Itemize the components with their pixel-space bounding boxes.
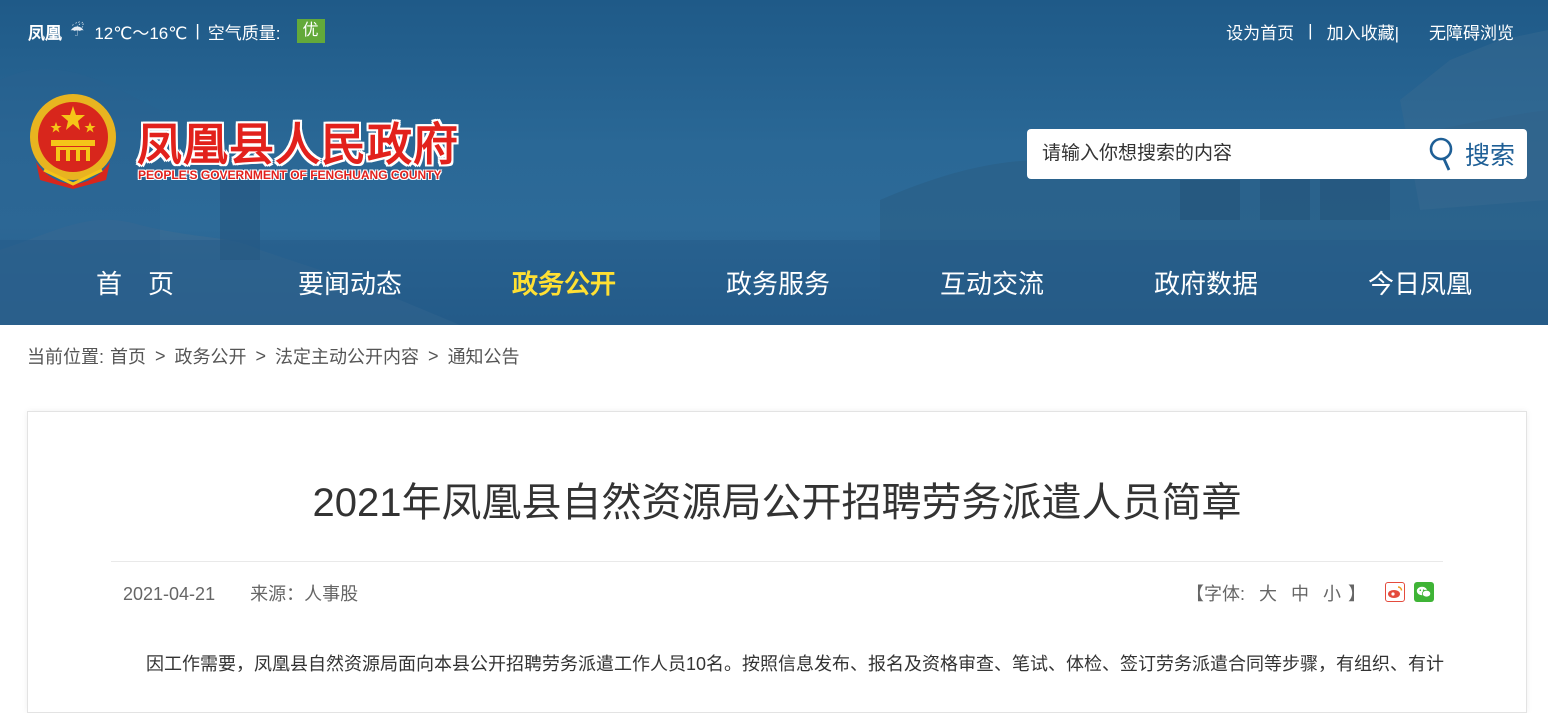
- site-header: 凤凰 ☔ 12℃～16℃ | 空气质量: 优 设为首页 | 加入收藏| 无障碍浏…: [0, 0, 1548, 325]
- breadcrumb-separator: >: [428, 345, 439, 366]
- breadcrumb: 当前位置: 首页 > 政务公开 > 法定主动公开内容 > 通知公告: [27, 343, 520, 369]
- nav-item-news[interactable]: 要闻动态: [298, 264, 402, 301]
- temperature: 12℃～16℃: [94, 23, 188, 43]
- font-size-small-button[interactable]: 小: [1323, 580, 1341, 606]
- breadcrumb-separator: >: [155, 345, 166, 366]
- font-size-large-button[interactable]: 大: [1259, 580, 1277, 606]
- search-icon: [1429, 137, 1453, 171]
- nav-item-government-services[interactable]: 政务服务: [726, 264, 830, 301]
- city-name: 凤凰: [28, 23, 62, 43]
- search-input[interactable]: [1040, 142, 1404, 166]
- breadcrumb-item-government-affairs-open[interactable]: 政务公开: [175, 343, 247, 369]
- search-button-label: 搜索: [1464, 142, 1515, 170]
- breadcrumb-item-statutory-disclosure[interactable]: 法定主动公开内容: [275, 343, 419, 369]
- national-emblem-icon: [30, 94, 116, 189]
- weather-bar: 凤凰 ☔ 12℃～16℃ | 空气质量: 优: [28, 18, 325, 44]
- article-title: 2021年凤凰县自然资源局公开招聘劳务派遣人员简章: [312, 481, 1242, 525]
- top-links-divider: |: [1308, 21, 1313, 40]
- top-links: 设为首页 | 加入收藏| 无障碍浏览: [1226, 18, 1514, 44]
- font-size-close-bracket: 】: [1348, 584, 1367, 604]
- breadcrumb-separator: >: [255, 345, 267, 366]
- weibo-icon[interactable]: [1385, 582, 1405, 602]
- wechat-icon[interactable]: [1414, 582, 1434, 602]
- main-nav: 首 页 要闻动态 政务公开 政务服务 互动交流 政府数据 今日凤凰: [0, 264, 1548, 314]
- publish-date: 2021-04-21: [123, 584, 216, 604]
- cloud-rain-icon: ☔: [70, 23, 85, 40]
- breadcrumb-prefix: 当前位置:: [27, 347, 105, 367]
- article-body-paragraph: 因工作需要，凤凰县自然资源局面向本县公开招聘劳务派遣工作人员10名。按照信息发布…: [146, 654, 1445, 674]
- air-quality-label: 空气质量:: [207, 23, 281, 43]
- title-divider: [111, 561, 1443, 562]
- article-card: 2021年凤凰县自然资源局公开招聘劳务派遣人员简章 2021-04-21 来源：…: [27, 411, 1527, 713]
- breadcrumb-item-notices[interactable]: 通知公告: [448, 343, 520, 369]
- nav-item-interaction[interactable]: 互动交流: [940, 264, 1044, 301]
- font-size-label: 【字体:: [1186, 584, 1246, 604]
- add-favorite-link[interactable]: 加入收藏|: [1327, 19, 1399, 44]
- font-size-selector: 【字体: 大 中 小 】: [1186, 580, 1366, 606]
- font-size-medium-button[interactable]: 中: [1291, 580, 1309, 606]
- nav-item-government-data[interactable]: 政府数据: [1154, 264, 1258, 301]
- set-homepage-link[interactable]: 设为首页: [1226, 19, 1294, 44]
- breadcrumb-item-home[interactable]: 首页: [110, 343, 146, 369]
- nav-item-government-affairs-open[interactable]: 政务公开: [512, 264, 616, 301]
- share-buttons: [1385, 582, 1443, 602]
- accessibility-link[interactable]: 无障碍浏览: [1429, 19, 1514, 44]
- site-name: 凤凰县人民政府: [137, 118, 460, 171]
- site-name-english: PEOPLE'S GOVERNMENT OF FENGHUANG COUNTY: [138, 168, 442, 182]
- nav-item-today-fenghuang[interactable]: 今日凤凰: [1368, 264, 1472, 301]
- nav-item-home[interactable]: 首 页: [96, 264, 174, 301]
- search-bar: 搜索: [1027, 129, 1527, 179]
- weather-separator: |: [195, 21, 200, 40]
- article-meta: 2021-04-21 来源：人事股: [123, 580, 358, 606]
- article-source: 来源：人事股: [250, 584, 359, 604]
- search-button[interactable]: 搜索: [1429, 137, 1515, 171]
- air-quality-badge: 优: [296, 19, 325, 43]
